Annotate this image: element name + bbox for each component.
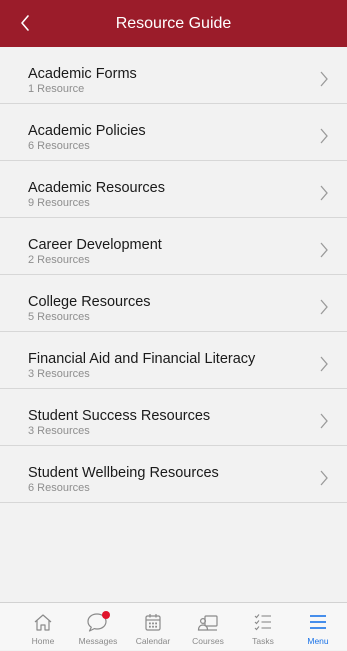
tab-home[interactable]: Home [19, 603, 67, 651]
list-item-title: Career Development [28, 237, 162, 253]
chevron-right-icon [320, 413, 328, 429]
home-icon [34, 614, 52, 631]
list-item-count: 3 Resources [28, 368, 90, 380]
list-item-count: 3 Resources [28, 425, 90, 437]
list-item-title: Academic Forms [28, 66, 137, 82]
tasks-checklist-icon [254, 614, 271, 631]
tab-label: Calendar [135, 636, 171, 646]
chevron-right-icon [320, 71, 328, 87]
list-item[interactable]: Financial Aid and Financial Literacy 3 R… [0, 332, 347, 389]
list-item-count: 6 Resources [28, 140, 90, 152]
tab-messages[interactable]: Messages [74, 603, 122, 651]
tab-calendar[interactable]: Calendar [129, 603, 177, 651]
bottom-tab-bar: Home Messages Calendar Courses Tasks Men… [0, 602, 347, 650]
page-title: Resource Guide [115, 15, 232, 32]
chevron-right-icon [320, 470, 328, 486]
list-item[interactable]: Academic Policies 6 Resources [0, 104, 347, 161]
chat-bubble-icon [87, 611, 110, 632]
chevron-right-icon [320, 128, 328, 144]
list-item-title: College Resources [28, 294, 151, 310]
tab-label: Home [31, 636, 55, 646]
calendar-icon [145, 614, 161, 631]
tab-label: Menu [307, 636, 329, 646]
list-item-count: 1 Resource [28, 83, 85, 95]
list-item[interactable]: Academic Resources 9 Resources [0, 161, 347, 218]
tab-label: Tasks [252, 636, 274, 646]
list-item[interactable]: Student Wellbeing Resources 6 Resources [0, 446, 347, 503]
list-item-title: Student Wellbeing Resources [28, 465, 219, 481]
chevron-right-icon [320, 242, 328, 258]
chevron-left-icon [21, 15, 29, 31]
list-item-title: Financial Aid and Financial Literacy [28, 351, 256, 367]
courses-icon [197, 615, 218, 631]
list-item[interactable]: Student Success Resources 3 Resources [0, 389, 347, 446]
chevron-right-icon [320, 185, 328, 201]
tab-label: Courses [192, 636, 224, 646]
list-item-count: 2 Resources [28, 254, 90, 266]
list-item-title: Academic Policies [28, 123, 146, 139]
list-item[interactable]: College Resources 5 Resources [0, 275, 347, 332]
list-item[interactable]: Academic Forms 1 Resource [0, 47, 347, 104]
tab-tasks[interactable]: Tasks [239, 603, 287, 651]
list-item[interactable]: Career Development 2 Resources [0, 218, 347, 275]
list-item-count: 9 Resources [28, 197, 90, 209]
tab-courses[interactable]: Courses [184, 603, 232, 651]
list-item-count: 5 Resources [28, 311, 90, 323]
back-button[interactable] [10, 8, 40, 38]
chevron-right-icon [320, 356, 328, 372]
list-item-count: 6 Resources [28, 482, 90, 494]
chevron-right-icon [320, 299, 328, 315]
header-bar: Resource Guide [0, 0, 347, 47]
menu-hamburger-icon [310, 615, 326, 629]
tab-label: Messages [78, 636, 118, 646]
list-item-title: Student Success Resources [28, 408, 211, 424]
tab-menu[interactable]: Menu [294, 603, 342, 651]
resource-category-list: Academic Forms 1 Resource Academic Polic… [0, 47, 347, 503]
list-item-title: Academic Resources [28, 180, 165, 196]
notification-badge [102, 611, 110, 619]
